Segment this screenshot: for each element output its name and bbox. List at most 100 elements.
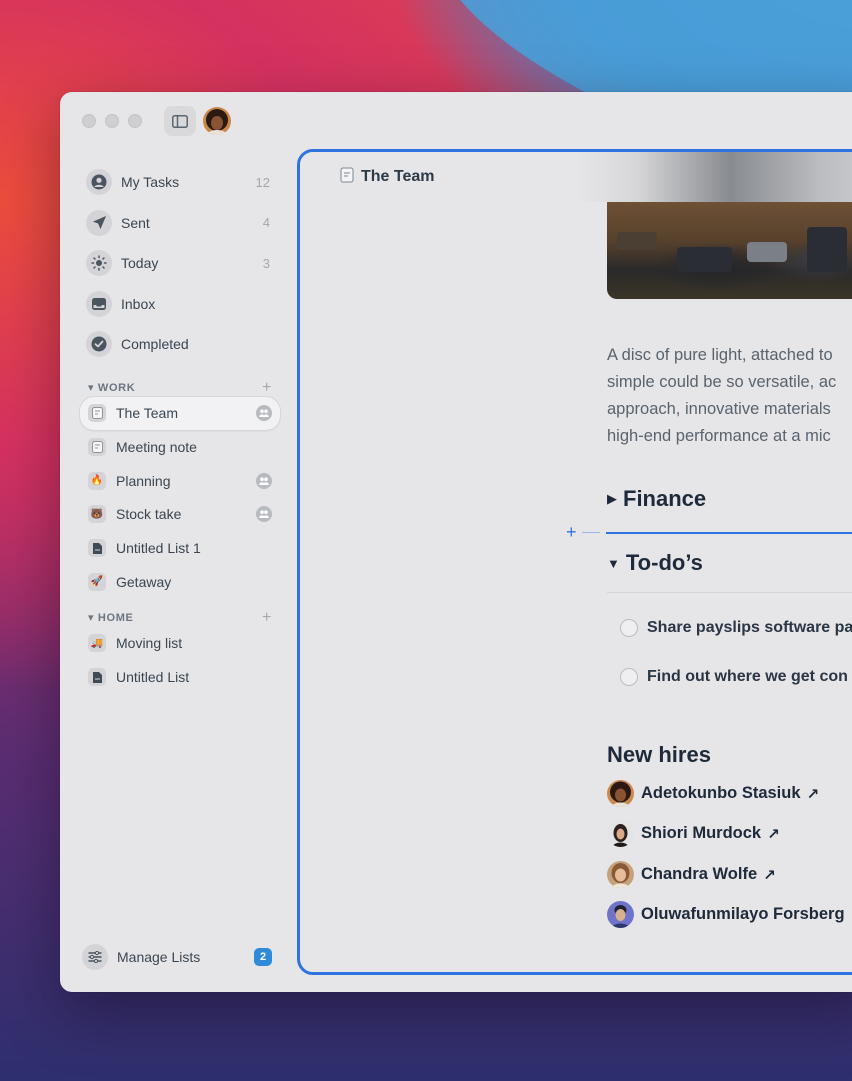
sidebar-item-my-tasks[interactable]: My Tasks 12 [80,162,280,203]
note-icon [340,167,354,188]
sidebar-icon [172,114,188,128]
person-link[interactable]: Chandra Wolfe ↗ [607,861,776,888]
sidebar-item-inbox[interactable]: Inbox [80,284,280,325]
list-label: Moving list [116,635,183,652]
section-label: HOME [97,612,134,625]
sidebar-list-untitled-list-1[interactable]: Untitled List 1 [80,531,280,565]
paragraph-line: high-end performance at a mic [607,427,831,445]
sidebar-item-sent[interactable]: Sent 4 [80,203,280,244]
task-item[interactable]: Share payslips software pa [620,619,852,637]
checkmark-icon [86,331,112,358]
section-label: WORK [97,382,136,394]
window-controls [82,114,142,128]
sidebar-toggle-button[interactable] [164,106,196,136]
app-window: My Tasks 12 Sent 4 Today 3 Inbox Complet… [60,92,852,992]
note-icon [88,404,106,423]
description-paragraph: A disc of pure light, attached to simple… [607,342,852,450]
document-icon [88,539,106,558]
bear-emoji-icon: 🐻 [88,505,106,524]
sun-icon [86,250,112,277]
list-label: Stock take [116,506,182,523]
paragraph-line: approach, innovative materials [607,400,831,418]
person-link[interactable]: Oluwafunmilayo Forsberg [607,901,845,928]
sidebar-list-the-team[interactable]: The Team [80,396,280,431]
external-link-arrow-icon: ↗ [763,866,776,884]
sidebar-list-getaway[interactable]: 🚀 Getaway [80,565,280,599]
list-label: Planning [116,472,171,489]
person-name: Oluwafunmilayo Forsberg [641,905,845,923]
close-window-button[interactable] [82,114,96,128]
truck-emoji-icon: 🚚 [88,634,106,653]
notification-badge: 2 [254,948,272,966]
insertion-divider[interactable]: + [566,522,852,542]
item-count: 3 [262,255,270,271]
item-count: 4 [262,215,270,231]
external-link-arrow-icon: ↗ [767,825,780,843]
sidebar-list-moving-list[interactable]: 🚚 Moving list [80,627,280,661]
cover-photo [607,202,852,299]
user-avatar[interactable] [203,107,231,135]
task-label: Share payslips software pa [647,619,852,636]
manage-lists-label: Manage Lists [117,949,201,965]
new-hires-heading: New hires [607,742,711,767]
rocket-emoji-icon: 🚀 [88,572,106,591]
person-link[interactable]: Adetokunbo Stasiuk ↗ [607,780,819,807]
person-avatar [607,780,634,807]
sidebar-list-untitled-list[interactable]: Untitled List [80,660,280,694]
paper-plane-icon [86,209,112,236]
minimize-window-button[interactable] [105,114,119,128]
manage-lists-button[interactable]: Manage Lists 2 [82,944,272,970]
section-heading: Finance [623,486,707,511]
zoom-window-button[interactable] [128,114,142,128]
document-icon [88,668,106,687]
sidebar-item-completed[interactable]: Completed [80,324,280,365]
list-label: Meeting note [116,439,197,456]
task-checkbox[interactable] [620,619,638,637]
shared-people-icon [256,405,272,422]
sidebar-list-meeting-note[interactable]: Meeting note [80,430,280,464]
sidebar-list-planning[interactable]: 🔥 Planning [80,464,280,498]
fire-emoji-icon: 🔥 [88,471,106,490]
person-avatar [607,820,634,847]
sliders-icon [82,944,108,970]
paragraph-line: simple could be so versatile, ac [607,373,837,391]
section-divider [607,592,852,593]
list-detail-pane: The Team A disc of pure light, attached … [297,149,852,975]
task-checkbox[interactable] [620,668,638,686]
person-avatar [607,901,634,928]
person-link[interactable]: Shiori Murdock ↗ [607,820,780,847]
sidebar-item-today[interactable]: Today 3 [80,243,280,284]
person-name: Adetokunbo Stasiuk [641,784,801,802]
sidebar-item-label: Today [121,255,159,272]
disclosure-triangle-expanded-icon[interactable]: ▼ [607,556,620,571]
section-title: ▾ HOME [88,611,134,624]
sidebar-item-label: Inbox [121,295,156,312]
external-link-arrow-icon: ↗ [806,785,820,803]
disclosure-triangle-collapsed-icon[interactable]: ▶ [607,491,617,507]
disclosure-triangle-icon: ▾ [88,612,98,625]
sidebar-item-label: Completed [121,336,189,353]
shared-people-icon [256,506,272,523]
insert-plus-icon[interactable]: + [566,522,577,543]
section-title: ▾ WORK [88,381,135,394]
add-list-button[interactable]: + [262,379,272,397]
sidebar-list-stock-take[interactable]: 🐻 Stock take [80,498,280,532]
task-item[interactable]: Find out where we get con [620,668,848,686]
section-heading-home[interactable]: ▾ HOME + [80,609,280,627]
add-list-button[interactable]: + [262,609,272,627]
item-count: 12 [255,174,270,190]
sidebar-item-label: Sent [121,214,150,231]
section-heading-work[interactable]: ▾ WORK + [80,379,280,397]
paragraph-line: A disc of pure light, attached to [607,346,833,364]
section-finance[interactable]: ▶ Finance [607,486,706,512]
person-name: Chandra Wolfe [641,865,758,883]
list-label: Untitled List 1 [116,540,201,557]
list-label: The Team [116,405,178,422]
person-icon [86,169,112,196]
task-label: Find out where we get con [647,668,848,685]
section-todos[interactable]: ▼ To-do’s [607,550,703,576]
person-avatar [607,861,634,888]
sidebar-item-label: My Tasks [121,174,180,191]
note-icon [88,438,106,457]
shared-people-icon [256,472,272,489]
